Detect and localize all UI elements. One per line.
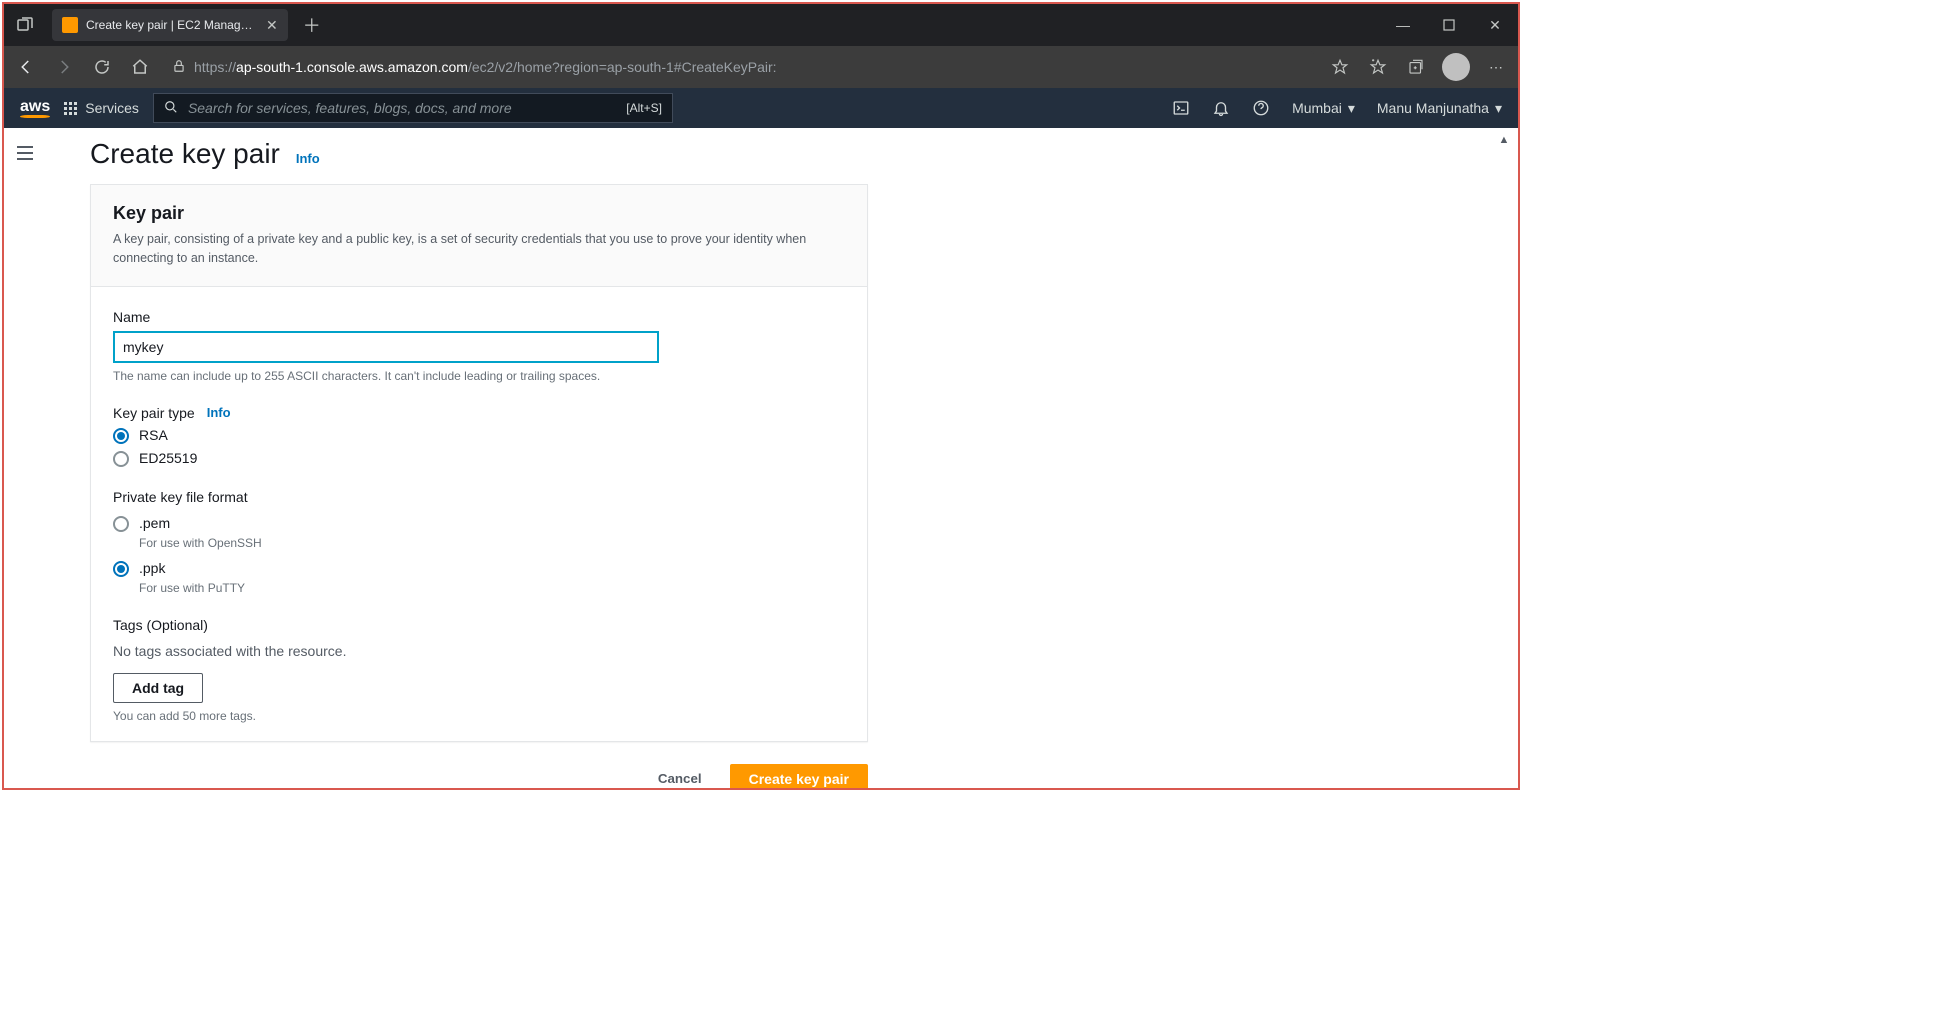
app-window: Create key pair | EC2 Manageme ✕ ＋ ― ✕ h… [2,2,1520,790]
add-tag-button[interactable]: Add tag [113,673,203,703]
type-label-row: Key pair type Info [113,405,845,421]
forward-button[interactable] [52,55,76,79]
radio-label: RSA [139,427,168,443]
format-group: Private key file format .pem For use wit… [113,489,845,595]
main-content: Create key pair Info Key pair A key pair… [46,128,1518,788]
caret-down-icon: ▾ [1348,100,1355,117]
radio-sublabel: For use with PuTTY [139,581,845,595]
cloudshell-icon[interactable] [1172,99,1190,117]
notifications-icon[interactable] [1212,99,1230,117]
tags-label: Tags (Optional) [113,617,845,633]
tab-close-icon[interactable]: ✕ [266,17,278,34]
browser-tab-active[interactable]: Create key pair | EC2 Manageme ✕ [52,9,288,41]
radio-label: .ppk [139,560,165,576]
panel-desc: A key pair, consisting of a private key … [113,230,845,268]
panel-body: Name The name can include up to 255 ASCI… [91,287,867,741]
name-label: Name [113,309,845,325]
search-shortcut: [Alt+S] [626,101,662,115]
collections-icon[interactable] [1404,55,1428,79]
name-help: The name can include up to 255 ASCII cha… [113,369,845,383]
hamburger-icon [17,146,33,160]
profile-avatar[interactable] [1442,53,1470,81]
panel-title: Key pair [113,203,845,224]
back-button[interactable] [14,55,38,79]
user-label: Manu Manjunatha [1377,100,1489,116]
aws-favicon-icon [62,17,78,33]
radio-label: .pem [139,515,170,531]
aws-nav-right: Mumbai ▾ Manu Manjunatha ▾ [1172,99,1502,117]
radio-icon [113,561,129,577]
region-label: Mumbai [1292,100,1342,116]
tab-title: Create key pair | EC2 Manageme [86,18,256,32]
home-button[interactable] [128,55,152,79]
user-menu[interactable]: Manu Manjunatha ▾ [1377,100,1502,117]
radio-icon [113,451,129,467]
aws-top-nav: aws Services Search for services, featur… [4,88,1518,128]
radio-sublabel: For use with OpenSSH [139,536,845,550]
scroll-up-icon[interactable]: ▲ [1493,130,1515,150]
services-button[interactable]: Services [64,100,139,116]
panel-header: Key pair A key pair, consisting of a pri… [91,185,867,287]
toolbar-right: ⋯ [1328,53,1508,81]
content-row: ▲ Create key pair Info Key pair A key pa… [4,128,1518,788]
add-favorite-icon[interactable] [1328,55,1352,79]
caret-down-icon: ▾ [1495,100,1502,117]
actions-row: Cancel Create key pair [90,742,868,789]
type-info-link[interactable]: Info [207,405,231,420]
format-radio-pem[interactable]: .pem For use with OpenSSH [113,515,845,550]
format-label: Private key file format [113,489,845,505]
aws-search-input[interactable]: Search for services, features, blogs, do… [153,93,673,123]
search-icon [164,100,178,117]
tab-overview-icon[interactable] [14,14,36,36]
browser-titlebar: Create key pair | EC2 Manageme ✕ ＋ ― ✕ [4,4,1518,46]
aws-logo-icon[interactable]: aws [20,98,50,118]
format-radio-ppk[interactable]: .ppk For use with PuTTY [113,560,845,595]
url-text: https://ap-south-1.console.aws.amazon.co… [194,59,777,75]
name-group: Name The name can include up to 255 ASCI… [113,309,845,383]
window-minimize-icon[interactable]: ― [1380,4,1426,46]
sidebar-toggle[interactable] [4,128,46,788]
page-title: Create key pair [90,138,280,170]
window-controls: ― ✕ [1380,4,1518,46]
tab-strip: Create key pair | EC2 Manageme ✕ ＋ [14,4,326,46]
create-keypair-button[interactable]: Create key pair [730,764,868,789]
window-maximize-icon[interactable] [1426,4,1472,46]
name-input[interactable] [113,331,659,363]
type-group: Key pair type Info RSA ED25519 [113,405,845,467]
tags-help: You can add 50 more tags. [113,709,845,723]
tags-empty-text: No tags associated with the resource. [113,643,845,659]
region-selector[interactable]: Mumbai ▾ [1292,100,1355,117]
type-radio-ed25519[interactable]: ED25519 [113,450,845,467]
radio-icon [113,516,129,532]
url-bar[interactable]: https://ap-south-1.console.aws.amazon.co… [166,51,1314,83]
type-radio-rsa[interactable]: RSA [113,427,845,444]
services-label: Services [85,100,139,116]
search-placeholder: Search for services, features, blogs, do… [188,100,616,116]
info-link[interactable]: Info [296,151,320,166]
radio-label: ED25519 [139,450,197,466]
keypair-panel: Key pair A key pair, consisting of a pri… [90,184,868,742]
more-icon[interactable]: ⋯ [1484,55,1508,79]
grid-icon [64,102,77,115]
browser-toolbar: https://ap-south-1.console.aws.amazon.co… [4,46,1518,88]
page-header: Create key pair Info [90,138,1492,170]
cancel-button[interactable]: Cancel [640,764,720,789]
refresh-button[interactable] [90,55,114,79]
favorites-icon[interactable] [1366,55,1390,79]
radio-icon [113,428,129,444]
window-close-icon[interactable]: ✕ [1472,4,1518,46]
help-icon[interactable] [1252,99,1270,117]
type-label: Key pair type [113,405,195,421]
new-tab-button[interactable]: ＋ [298,12,326,38]
lock-icon [172,59,186,76]
tags-group: Tags (Optional) No tags associated with … [113,617,845,723]
